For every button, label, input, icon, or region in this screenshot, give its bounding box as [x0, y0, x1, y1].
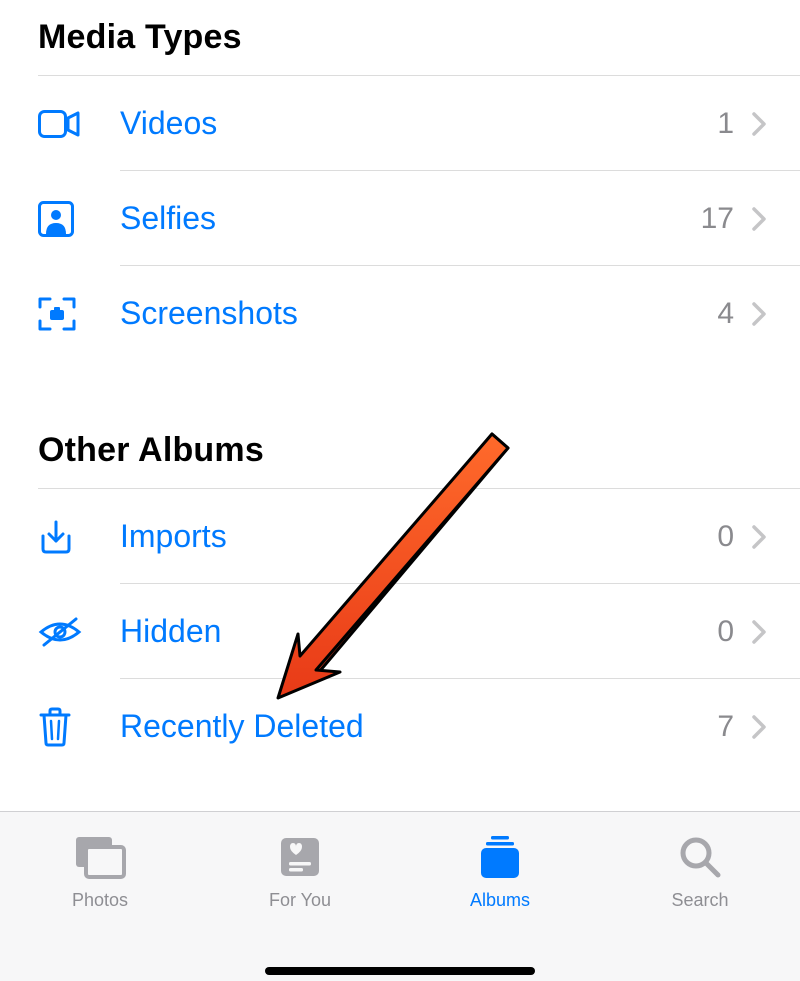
home-indicator[interactable]	[265, 967, 535, 975]
row-label: Screenshots	[90, 295, 717, 332]
chevron-right-icon	[744, 525, 774, 549]
row-label: Imports	[90, 518, 717, 555]
row-imports[interactable]: Imports 0	[38, 489, 800, 584]
row-count: 4	[717, 297, 744, 331]
row-recently-deleted[interactable]: Recently Deleted 7	[38, 679, 800, 774]
row-count: 0	[717, 615, 744, 649]
row-screenshots[interactable]: Screenshots 4	[38, 266, 800, 361]
foryou-tab-icon	[279, 832, 321, 882]
row-count: 1	[717, 107, 744, 141]
row-videos[interactable]: Videos 1	[38, 76, 800, 171]
chevron-right-icon	[744, 302, 774, 326]
row-selfies[interactable]: Selfies 17	[38, 171, 800, 266]
tab-label: Photos	[72, 890, 128, 911]
albums-tab-icon	[477, 832, 523, 882]
section-title-media-types: Media Types	[0, 18, 800, 57]
hidden-eye-icon	[38, 616, 90, 648]
tab-label: For You	[269, 890, 331, 911]
chevron-right-icon	[744, 112, 774, 136]
row-count: 7	[717, 710, 744, 744]
row-label: Recently Deleted	[90, 708, 717, 745]
import-icon	[38, 519, 90, 555]
media-types-list: Videos 1 Selfies 17	[38, 75, 800, 361]
section-title-other-albums: Other Albums	[0, 431, 800, 470]
other-albums-list: Imports 0 Hidden 0	[38, 488, 800, 774]
tab-albums[interactable]: Albums	[400, 812, 600, 981]
photos-tab-icon	[74, 832, 126, 882]
screenshot-icon	[38, 295, 90, 333]
row-label: Selfies	[90, 200, 701, 237]
video-icon	[38, 110, 90, 138]
selfie-icon	[38, 201, 90, 237]
chevron-right-icon	[744, 620, 774, 644]
row-count: 0	[717, 520, 744, 554]
row-label: Videos	[90, 105, 717, 142]
tab-for-you[interactable]: For You	[200, 812, 400, 981]
row-label: Hidden	[90, 613, 717, 650]
search-tab-icon	[678, 832, 722, 882]
trash-icon	[38, 707, 90, 747]
chevron-right-icon	[744, 207, 774, 231]
row-count: 17	[701, 202, 744, 236]
row-hidden[interactable]: Hidden 0	[38, 584, 800, 679]
tab-label: Search	[671, 890, 728, 911]
tab-label: Albums	[470, 890, 530, 911]
tab-bar: Photos For You Albums	[0, 811, 800, 981]
tab-photos[interactable]: Photos	[0, 812, 200, 981]
tab-search[interactable]: Search	[600, 812, 800, 981]
chevron-right-icon	[744, 715, 774, 739]
